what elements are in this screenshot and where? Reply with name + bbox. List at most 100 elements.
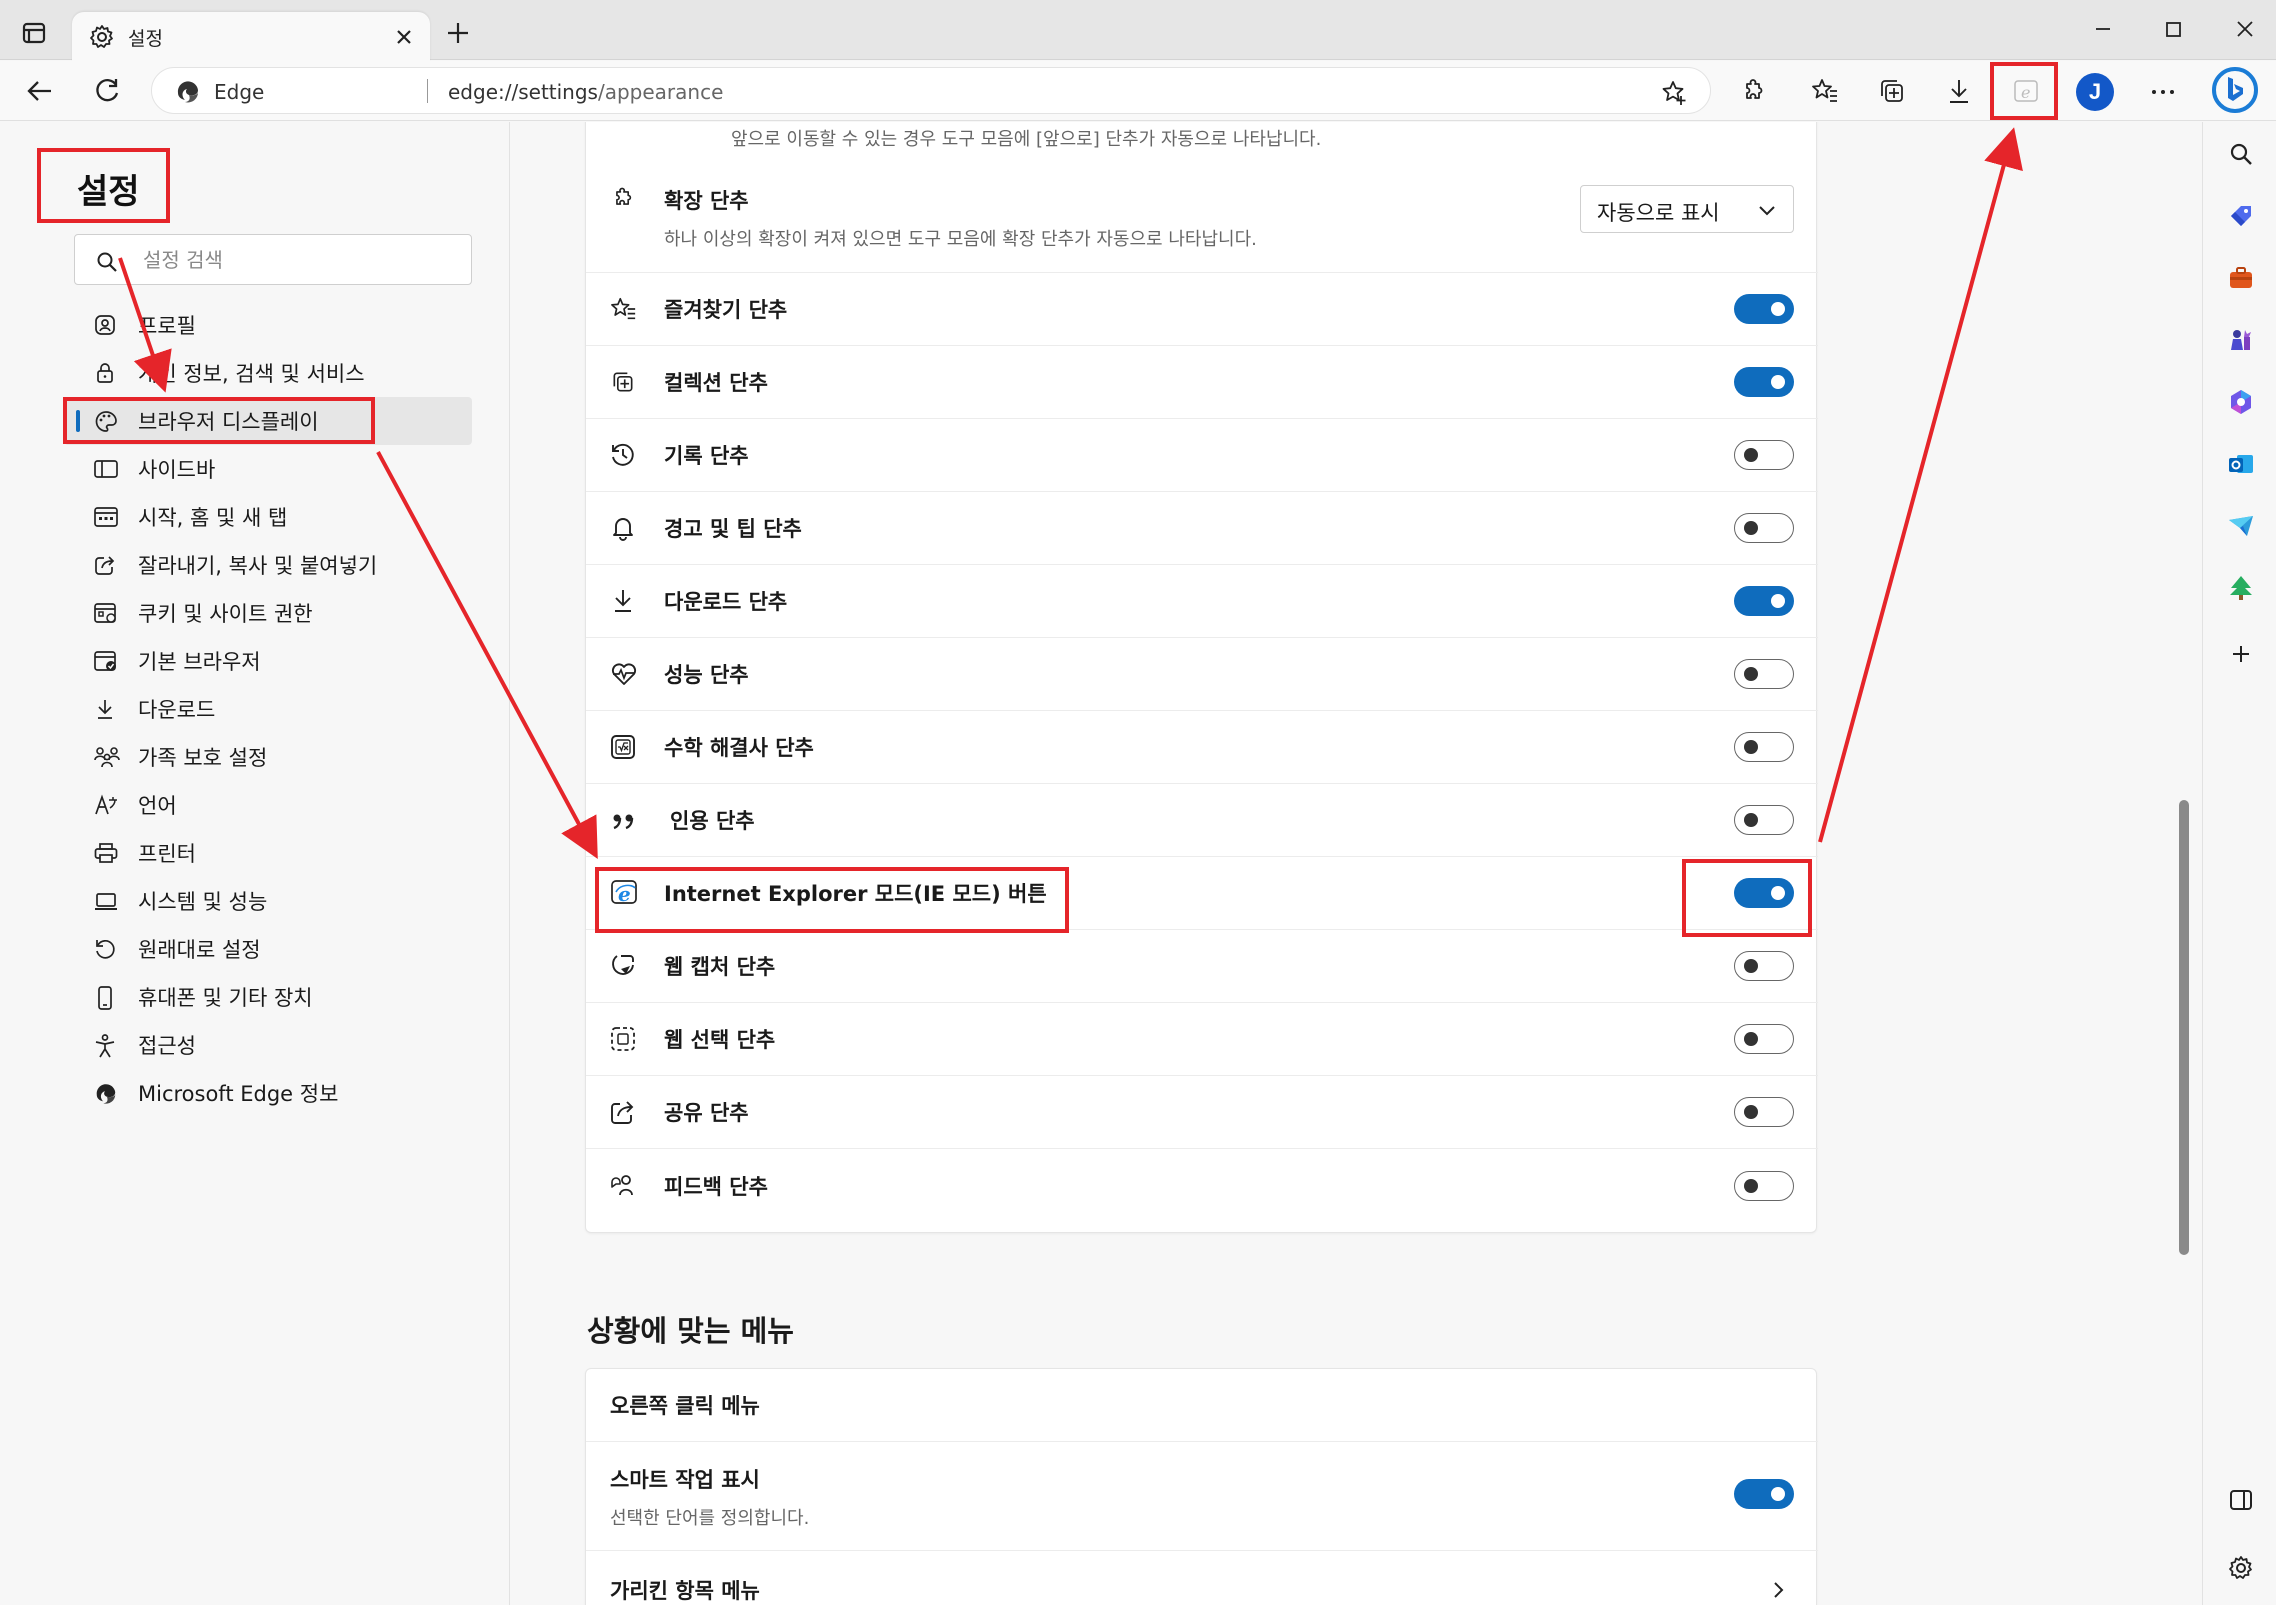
nav-item-label: 쿠키 및 사이트 권한 bbox=[138, 602, 313, 626]
favorites-icon bbox=[610, 296, 638, 322]
extension-visibility-dropdown[interactable]: 자동으로 표시 bbox=[1580, 185, 1794, 233]
row-hover-menu[interactable]: 가리킨 항목 메뉴 bbox=[586, 1551, 1818, 1605]
minimize-icon[interactable] bbox=[2088, 14, 2118, 44]
search-icon[interactable] bbox=[2227, 140, 2255, 168]
performance-button-toggle[interactable] bbox=[1734, 659, 1794, 689]
nav-item-system[interactable]: 시스템 및 성능 bbox=[64, 877, 472, 925]
tools-briefcase-icon[interactable] bbox=[2227, 264, 2255, 292]
context-menu-section-title: 상황에 맞는 메뉴 bbox=[587, 1314, 794, 1348]
history-button-toggle[interactable] bbox=[1734, 440, 1794, 470]
nav-item-start-home[interactable]: 시작, 홈 및 새 탭 bbox=[64, 493, 472, 541]
favorites-button-toggle[interactable] bbox=[1734, 294, 1794, 324]
row-title: 인용 단추 bbox=[670, 809, 755, 833]
site-label: Edge bbox=[214, 80, 265, 104]
bell-icon bbox=[610, 515, 636, 541]
sidebar-settings-gear-icon[interactable] bbox=[2227, 1554, 2255, 1582]
alerts-tips-button-toggle[interactable] bbox=[1734, 513, 1794, 543]
nav-item-sidebar[interactable]: 사이드바 bbox=[64, 445, 472, 493]
downloads-button-toggle[interactable] bbox=[1734, 586, 1794, 616]
tab-title: 설정 bbox=[128, 28, 163, 50]
lock-icon bbox=[94, 362, 116, 384]
edge-logo-icon bbox=[94, 1082, 118, 1106]
row-title: 웹 캡처 단추 bbox=[664, 955, 776, 979]
games-chess-icon[interactable] bbox=[2227, 326, 2255, 354]
favorites-star-icon[interactable] bbox=[1810, 76, 1840, 106]
hide-sidebar-icon[interactable] bbox=[2227, 1486, 2255, 1514]
outlook-icon[interactable] bbox=[2227, 450, 2255, 478]
collections-icon[interactable] bbox=[1877, 76, 1907, 106]
share-clipboard-icon bbox=[94, 554, 118, 576]
settings-search-input[interactable] bbox=[143, 245, 453, 275]
row-right-click-menu[interactable]: 오른쪽 클릭 메뉴 bbox=[586, 1369, 1818, 1442]
annotation-box-settings-title bbox=[37, 148, 170, 223]
nav-item-default-browser[interactable]: 기본 브라우저 bbox=[64, 637, 472, 685]
maximize-icon[interactable] bbox=[2158, 14, 2188, 44]
nav-item-cookies[interactable]: 쿠키 및 사이트 권한 bbox=[64, 589, 472, 637]
nav-item-label: 다운로드 bbox=[138, 698, 216, 722]
nav-item-reset[interactable]: 원래대로 설정 bbox=[64, 925, 472, 973]
row-title: 다운로드 단추 bbox=[664, 590, 788, 614]
more-options-icon[interactable] bbox=[2148, 80, 2178, 104]
drop-send-icon[interactable] bbox=[2227, 512, 2255, 540]
dropdown-value: 자동으로 표시 bbox=[1597, 201, 1720, 225]
download-icon bbox=[94, 698, 116, 720]
row-title: 컬렉션 단추 bbox=[664, 371, 768, 395]
share-icon bbox=[610, 1099, 636, 1125]
annotation-box-browser-display bbox=[63, 397, 375, 444]
nav-item-label: 개인 정보, 검색 및 서비스 bbox=[138, 362, 365, 386]
extensions-puzzle-icon bbox=[610, 185, 636, 211]
downloads-icon[interactable] bbox=[1944, 76, 1974, 106]
refresh-icon[interactable] bbox=[91, 75, 123, 107]
row-title: 확장 단추 bbox=[664, 189, 749, 213]
nav-item-family[interactable]: 가족 보호 설정 bbox=[64, 733, 472, 781]
nav-item-label: 시작, 홈 및 새 탭 bbox=[138, 506, 288, 530]
search-icon bbox=[95, 250, 119, 274]
microsoft-365-icon[interactable] bbox=[2227, 388, 2255, 416]
window-close-icon[interactable] bbox=[2230, 14, 2260, 44]
citation-button-toggle[interactable] bbox=[1734, 805, 1794, 835]
profile-avatar[interactable]: J bbox=[2076, 73, 2114, 111]
nav-item-downloads[interactable]: 다운로드 bbox=[64, 685, 472, 733]
web-select-button-toggle[interactable] bbox=[1734, 1024, 1794, 1054]
shopping-tag-icon[interactable] bbox=[2227, 202, 2255, 230]
smart-actions-toggle[interactable] bbox=[1734, 1479, 1794, 1509]
row-title: 공유 단추 bbox=[664, 1101, 749, 1125]
settings-search-box[interactable] bbox=[74, 234, 472, 285]
chevron-right-icon bbox=[1768, 1580, 1788, 1600]
nav-item-about-edge[interactable]: Microsoft Edge 정보 bbox=[64, 1069, 472, 1117]
nav-item-profile[interactable]: 프로필 bbox=[64, 301, 472, 349]
math-solver-button-toggle[interactable] bbox=[1734, 732, 1794, 762]
address-bar[interactable]: Edge edge://settings/appearance bbox=[151, 67, 1711, 114]
add-favorite-star-icon[interactable] bbox=[1660, 79, 1688, 107]
active-tab[interactable]: 설정 bbox=[72, 12, 430, 61]
close-tab-icon[interactable] bbox=[392, 25, 416, 49]
tree-icon[interactable] bbox=[2227, 574, 2255, 602]
tab-bar: 설정 bbox=[0, 0, 2276, 61]
nav-item-accessibility[interactable]: 접근성 bbox=[64, 1021, 472, 1069]
new-tab-plus-icon[interactable] bbox=[444, 19, 472, 47]
math-solver-icon bbox=[610, 734, 636, 760]
nav-item-phone-devices[interactable]: 휴대폰 및 기타 장치 bbox=[64, 973, 472, 1021]
nav-item-cut-copy-paste[interactable]: 잘라내기, 복사 및 붙여넣기 bbox=[64, 541, 472, 589]
add-plus-icon[interactable] bbox=[2227, 640, 2255, 668]
printer-icon bbox=[94, 842, 118, 864]
web-capture-button-toggle[interactable] bbox=[1734, 951, 1794, 981]
back-arrow-icon[interactable] bbox=[24, 75, 56, 107]
row-feedback-button: 피드백 단추 bbox=[586, 1149, 1818, 1222]
feedback-button-toggle[interactable] bbox=[1734, 1170, 1794, 1201]
nav-item-printer[interactable]: 프린터 bbox=[64, 829, 472, 877]
edge-sidebar bbox=[2202, 122, 2276, 1605]
collections-button-toggle[interactable] bbox=[1734, 367, 1794, 397]
nav-item-privacy[interactable]: 개인 정보, 검색 및 서비스 bbox=[64, 349, 472, 397]
nav-item-language[interactable]: 언어 bbox=[64, 781, 472, 829]
share-button-toggle[interactable] bbox=[1734, 1097, 1794, 1127]
row-share-button: 공유 단추 bbox=[586, 1076, 1818, 1149]
tab-actions-icon[interactable] bbox=[16, 15, 60, 55]
vertical-scrollbar-thumb[interactable] bbox=[2179, 800, 2189, 1255]
copilot-bing-icon[interactable] bbox=[2209, 64, 2261, 116]
url-text[interactable]: edge://settings/appearance bbox=[448, 80, 723, 104]
extensions-puzzle-icon[interactable] bbox=[1738, 76, 1768, 106]
nav-item-label: Microsoft Edge 정보 bbox=[138, 1082, 339, 1106]
nav-item-label: 시스템 및 성능 bbox=[138, 890, 268, 914]
nav-item-label: 원래대로 설정 bbox=[138, 938, 261, 962]
